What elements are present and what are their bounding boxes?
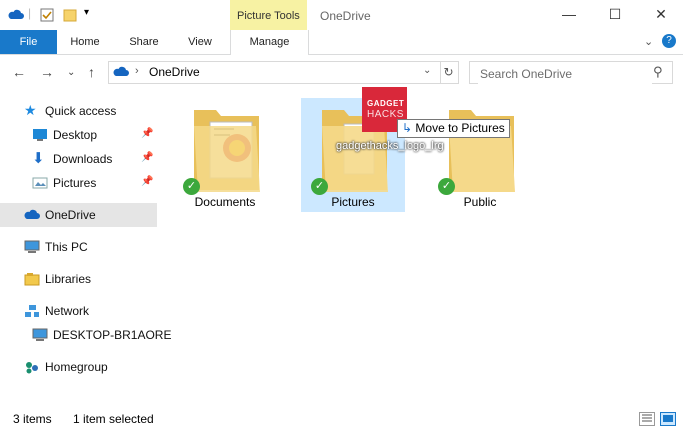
computer-icon: [24, 240, 40, 254]
download-arrow-icon: ⬇: [32, 150, 45, 167]
pictures-icon: [32, 176, 48, 190]
sidebar-item-this-pc[interactable]: This PC: [0, 235, 157, 259]
minimize-button[interactable]: —: [547, 2, 591, 26]
sidebar-item-pictures[interactable]: Pictures 📌: [0, 171, 157, 195]
refresh-button[interactable]: ↻: [439, 61, 459, 84]
address-dropdown-icon[interactable]: ⌄: [423, 65, 431, 76]
new-folder-icon[interactable]: [63, 8, 77, 22]
sidebar-item-label: Pictures: [53, 176, 97, 190]
sync-check-icon: ✓: [311, 178, 328, 195]
tab-manage[interactable]: Manage: [230, 30, 309, 55]
refresh-icon: ↻: [443, 65, 454, 79]
sidebar-item-onedrive[interactable]: OneDrive: [0, 203, 157, 227]
sidebar-item-label: This PC: [45, 240, 88, 254]
folder-name: Documents: [194, 195, 256, 209]
status-bar: 3 items 1 item selected: [0, 405, 683, 431]
sidebar-item-downloads[interactable]: ⬇ Downloads 📌: [0, 147, 157, 171]
pin-icon[interactable]: 📌: [141, 128, 153, 139]
sidebar-item-libraries[interactable]: Libraries: [0, 267, 157, 291]
breadcrumb-onedrive[interactable]: OneDrive: [149, 65, 200, 79]
drag-tooltip: ↳ Move to Pictures: [397, 119, 510, 138]
details-view-icon[interactable]: [639, 412, 655, 426]
sidebar-item-label: Desktop: [53, 128, 98, 142]
title-bar: | ▾ Picture Tools OneDrive — ☐ ✕: [0, 0, 683, 30]
tab-file[interactable]: File: [0, 30, 57, 54]
thumbnail-text: GADGET: [367, 99, 405, 108]
pin-icon[interactable]: 📌: [141, 176, 153, 187]
tab-home[interactable]: Home: [64, 30, 106, 54]
search-icon[interactable]: ⚲: [653, 64, 663, 80]
sidebar-item-label: Quick access: [45, 104, 117, 118]
navigation-bar: ← → ⌄ ↑ › OneDrive ⌄ ↻ ⚲: [0, 55, 683, 89]
item-count: 3 items: [13, 412, 52, 426]
ribbon-tabs: File Home Share View Manage ⌄ ?: [0, 30, 683, 55]
computer-icon: [32, 328, 48, 342]
desktop-icon: [32, 128, 48, 142]
sidebar-item-quick-access[interactable]: ★ Quick access: [0, 99, 157, 123]
homegroup-icon: [24, 360, 40, 374]
drag-tooltip-text: Move to Pictures: [415, 121, 505, 135]
sync-check-icon: ✓: [183, 178, 200, 195]
sidebar-item-desktop[interactable]: Desktop 📌: [0, 123, 157, 147]
drag-file-name: gadgethacks_logo_lrg: [336, 140, 444, 152]
breadcrumb-chevron-icon[interactable]: ›: [135, 65, 139, 77]
sidebar-item-label: OneDrive: [45, 208, 96, 222]
sidebar-item-network[interactable]: Network: [0, 299, 157, 323]
maximize-button[interactable]: ☐: [593, 2, 637, 26]
search-input[interactable]: [478, 63, 652, 84]
help-icon[interactable]: ?: [662, 34, 676, 48]
close-button[interactable]: ✕: [639, 2, 683, 26]
back-arrow-icon[interactable]: ←: [12, 64, 26, 80]
sync-check-icon: ✓: [438, 178, 455, 195]
move-arrow-icon: ↳: [402, 121, 413, 135]
pin-icon[interactable]: 📌: [141, 152, 153, 163]
documents-folder-icon: [194, 110, 260, 192]
onedrive-location-icon: [113, 65, 129, 82]
sidebar-item-label: Libraries: [45, 272, 92, 286]
address-bar[interactable]: › OneDrive ⌄: [108, 61, 441, 84]
recent-locations-icon[interactable]: ⌄: [67, 67, 75, 78]
folder-name: Public: [463, 195, 497, 209]
up-arrow-icon[interactable]: ↑: [88, 64, 95, 80]
sidebar-item-desktop-pc[interactable]: DESKTOP-BR1AORE: [0, 323, 171, 347]
sidebar-item-label: Downloads: [53, 152, 113, 166]
folder-documents[interactable]: ✓ Documents: [173, 98, 277, 212]
large-icons-view-icon[interactable]: [660, 412, 676, 426]
folder-public[interactable]: ✓ Public: [428, 98, 532, 212]
selection-count: 1 item selected: [73, 412, 154, 426]
search-box[interactable]: ⚲: [469, 61, 673, 84]
libraries-icon: [24, 272, 40, 286]
sidebar-item-label: Homegroup: [45, 360, 108, 374]
forward-arrow-icon[interactable]: →: [40, 64, 54, 80]
star-icon: ★: [24, 102, 37, 118]
picture-tools-header: Picture Tools: [230, 0, 307, 30]
tab-share[interactable]: Share: [123, 30, 165, 54]
window-title: OneDrive: [320, 9, 371, 23]
tab-view[interactable]: View: [181, 30, 219, 54]
sidebar-item-homegroup[interactable]: Homegroup: [0, 355, 157, 379]
picture-tools-label: Picture Tools: [237, 10, 300, 22]
onedrive-cloud-icon: [24, 208, 40, 222]
qat-dropdown-icon[interactable]: ▾: [84, 7, 98, 21]
sidebar-item-label: Network: [45, 304, 90, 318]
navigation-pane: ★ Quick access Desktop 📌 ⬇ Downloads 📌 P…: [0, 95, 171, 395]
expand-ribbon-icon[interactable]: ⌄: [644, 35, 653, 48]
properties-icon[interactable]: [40, 8, 54, 22]
folder-name: Pictures: [331, 195, 375, 209]
onedrive-cloud-icon[interactable]: [8, 8, 24, 22]
network-icon: [24, 304, 40, 318]
sidebar-item-label: DESKTOP-BR1AORE: [53, 328, 172, 342]
